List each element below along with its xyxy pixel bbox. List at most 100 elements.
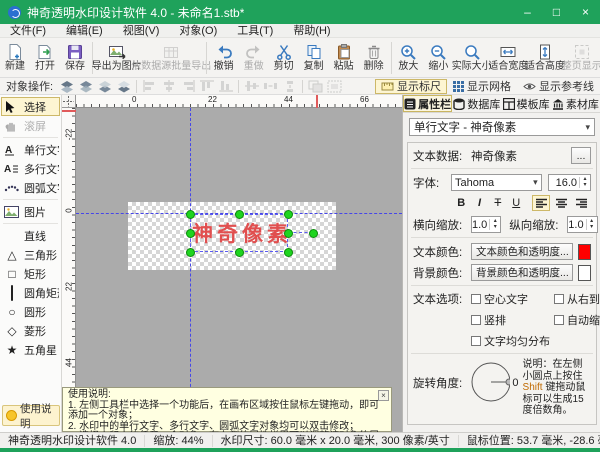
align-center-icon	[555, 198, 568, 209]
tab-properties[interactable]: 属性栏	[403, 95, 452, 112]
handle-top-left[interactable]	[186, 210, 195, 219]
bg-color-button[interactable]: 背景颜色和透明度...	[471, 264, 573, 281]
menu-view[interactable]: 视图(V)	[113, 24, 170, 38]
zoom-out-button[interactable]: 缩小	[423, 39, 453, 77]
text-options-label: 文本选项:	[413, 291, 471, 307]
tab-materials[interactable]: 素材库	[551, 95, 600, 112]
hscale-stepper[interactable]: 1.0 ▴▾	[471, 216, 501, 233]
delete-button[interactable]: 删除	[359, 39, 389, 77]
checkbox-vertical-text[interactable]: 竖排	[471, 312, 550, 328]
handle-bottom-center[interactable]	[235, 248, 244, 257]
menu-file[interactable]: 文件(F)	[0, 24, 56, 38]
usage-help-button[interactable]: 使用说明	[2, 405, 60, 426]
tool-star[interactable]: ★ 五角星	[1, 340, 60, 359]
close-button[interactable]: ×	[571, 0, 600, 24]
align-right-button[interactable]	[573, 195, 591, 211]
shift-key-label: Shift	[523, 382, 543, 393]
cut-button[interactable]: 剪切	[269, 39, 299, 77]
object-selector-dropdown[interactable]: 单行文字 - 神奇像素 ▾	[409, 118, 595, 136]
design-canvas[interactable]: 神奇像素	[76, 108, 402, 432]
handle-bottom-right[interactable]	[284, 248, 293, 257]
rotation-handle[interactable]	[309, 229, 318, 238]
show-grid-toggle[interactable]: 显示网格	[447, 79, 517, 94]
main-area: 选择 滚屏 A 单行文字 A 多行文字 圆弧文字 图片	[0, 95, 600, 432]
text-data-value[interactable]: 神奇像素	[471, 148, 571, 164]
redo-button: 重做	[239, 39, 269, 77]
menu-object[interactable]: 对象(O)	[169, 24, 227, 38]
copy-button[interactable]: 复制	[299, 39, 329, 77]
bring-to-front-icon[interactable]	[57, 79, 76, 94]
tool-multi-line-text[interactable]: A 多行文字	[1, 159, 60, 178]
checkbox-hollow-text[interactable]: 空心文字	[471, 291, 550, 307]
bg-color-swatch[interactable]	[578, 265, 591, 281]
maximize-button[interactable]: □	[542, 0, 571, 24]
view-toggles: 显示标尺 显示网格 显示参考线	[375, 79, 600, 94]
tool-diamond[interactable]: ◇ 菱形	[1, 321, 60, 340]
show-ruler-toggle[interactable]: 显示标尺	[375, 79, 447, 94]
checkbox-auto-shrink-font[interactable]: 自动缩小字体	[554, 312, 600, 328]
tool-rectangle[interactable]: □ 矩形	[1, 264, 60, 283]
tab-database[interactable]: 数据库	[452, 95, 501, 112]
fit-height-button[interactable]: 适合高度	[527, 39, 564, 77]
font-select[interactable]: Tahoma ▾	[451, 174, 542, 191]
spin-down-icon: ▾	[490, 225, 500, 231]
send-to-back-icon[interactable]	[114, 79, 133, 94]
tool-select[interactable]: 选择	[1, 97, 60, 116]
batch-export-button: 依数据源批量导出	[139, 39, 204, 77]
tool-arc-text[interactable]: 圆弧文字	[1, 178, 60, 197]
italic-button[interactable]: I	[471, 195, 487, 211]
undo-button[interactable]: 撤销	[209, 39, 239, 77]
paste-button[interactable]: 粘贴	[329, 39, 359, 77]
handle-top-right[interactable]	[284, 210, 293, 219]
handle-middle-left[interactable]	[186, 229, 195, 238]
menu-edit[interactable]: 编辑(E)	[56, 24, 113, 38]
show-guides-toggle[interactable]: 显示参考线	[517, 79, 600, 94]
checkbox-even-distribution[interactable]: 文字均匀分布	[471, 333, 550, 349]
status-watermark-size: 水印尺寸: 60.0 毫米 x 20.0 毫米, 300 像素/英寸	[213, 435, 459, 447]
object-ops-label: 对象操作:	[0, 78, 57, 94]
underline-button[interactable]: U	[508, 195, 524, 211]
zoom-in-button[interactable]: 放大	[393, 39, 423, 77]
menu-tools[interactable]: 工具(T)	[227, 24, 283, 38]
tool-line[interactable]: 直线	[1, 226, 60, 245]
tool-single-line-text[interactable]: A 单行文字	[1, 140, 60, 159]
align-left-button[interactable]	[532, 195, 550, 211]
minimize-button[interactable]: –	[513, 0, 542, 24]
text-data-more-button[interactable]: ...	[571, 147, 591, 164]
fit-width-button[interactable]: 适合宽度	[490, 39, 527, 77]
bring-forward-icon[interactable]	[76, 79, 95, 94]
actual-size-button[interactable]: 实际大小	[453, 39, 490, 77]
align-center-button[interactable]	[552, 195, 570, 211]
divider	[411, 168, 593, 169]
bold-button[interactable]: B	[453, 195, 469, 211]
send-backward-icon[interactable]	[95, 79, 114, 94]
handle-bottom-left[interactable]	[186, 248, 195, 257]
menu-help[interactable]: 帮助(H)	[283, 24, 340, 38]
strikethrough-button[interactable]: T	[490, 195, 506, 211]
tab-templates[interactable]: 模板库	[502, 95, 551, 112]
app-logo-icon	[8, 6, 21, 19]
checkbox-right-to-left[interactable]: 从右到左显示	[554, 291, 600, 307]
divider	[411, 353, 593, 354]
handle-top-center[interactable]	[235, 210, 244, 219]
tool-image[interactable]: 图片	[1, 202, 60, 221]
tool-circle[interactable]: ○ 圆形	[1, 302, 60, 321]
ruler-corner	[62, 95, 76, 108]
image-icon	[4, 206, 20, 218]
rotation-dial[interactable]	[469, 359, 510, 405]
save-button[interactable]: 保存	[60, 39, 90, 77]
font-size-stepper[interactable]: 16.0 ▴▾	[548, 174, 591, 191]
watermark-text-object[interactable]: 神奇像素	[192, 218, 292, 248]
align-bottom-icon	[216, 79, 235, 94]
mouse-x-marker	[316, 95, 318, 108]
tool-triangle[interactable]: △ 三角形	[1, 245, 60, 264]
vscale-label: 纵向缩放:	[509, 217, 567, 233]
tool-rounded-rectangle[interactable]: 圆角矩形	[1, 283, 60, 302]
new-button[interactable]: 新建	[0, 39, 30, 77]
usage-note-close-button[interactable]: ×	[378, 390, 389, 401]
text-color-swatch[interactable]	[578, 244, 591, 260]
vscale-stepper[interactable]: 1.0 ▴▾	[567, 216, 597, 233]
open-button[interactable]: 打开	[30, 39, 60, 77]
handle-middle-right[interactable]	[284, 229, 293, 238]
text-color-button[interactable]: 文本颜色和透明度...	[471, 243, 573, 260]
